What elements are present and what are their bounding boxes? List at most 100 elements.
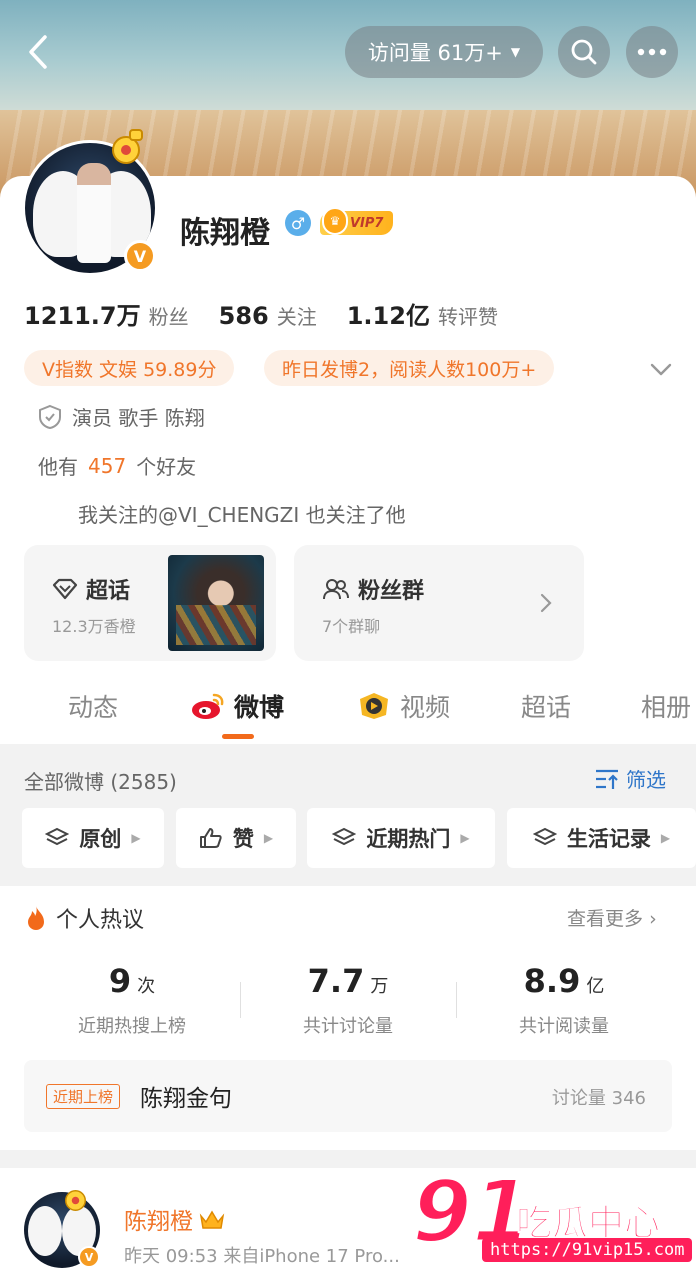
chip-like-label: 赞: [232, 827, 254, 851]
profile-tags: 演员 歌手 陈翔: [72, 406, 205, 430]
tab-chaohua[interactable]: 超话: [521, 688, 571, 724]
chaohua-card[interactable]: 超话 12.3万香橙: [24, 545, 276, 661]
profile-tags-row: 演员 歌手 陈翔: [38, 402, 205, 431]
more-button[interactable]: [626, 26, 678, 78]
vip-badge[interactable]: ♛ VIP7: [320, 207, 394, 235]
hot-stat-unit: 亿: [586, 976, 605, 997]
hot-stat-trending: 9次 近期热搜上榜: [24, 962, 240, 1038]
flame-icon: [28, 906, 44, 930]
tab-dynamic[interactable]: 动态: [68, 688, 118, 724]
recent-posts-pill[interactable]: 昨日发博2，阅读人数100万+: [264, 350, 555, 386]
chip-life-record[interactable]: 生活记录 ▶: [507, 808, 696, 868]
video-play-icon: [360, 693, 388, 719]
chip-like[interactable]: 赞 ▶: [176, 808, 296, 868]
hot-stat-value: 8.9: [523, 962, 581, 1000]
visit-count-pill[interactable]: 访问量 61万+ ▼: [345, 26, 543, 78]
hot-stat-reads: 8.9 亿 共计阅读量: [456, 962, 672, 1038]
fans-group-card[interactable]: 粉丝群 7个群聊: [294, 545, 584, 661]
chip-original-label: 原创: [79, 827, 122, 851]
hot-stat-label: 共计讨论量: [303, 1016, 393, 1037]
back-button[interactable]: [18, 30, 58, 74]
tab-weibo[interactable]: 微博: [190, 688, 284, 724]
thumbs-up-icon: [199, 828, 222, 848]
chaohua-cover-image: [168, 555, 264, 651]
search-button[interactable]: [558, 26, 610, 78]
friends-suffix: 个好友: [136, 455, 197, 479]
rank-tag: 近期上榜: [46, 1084, 121, 1109]
chevron-right-icon: ›: [649, 908, 657, 930]
caret-right-icon: ▶: [263, 831, 274, 845]
weibo-filter-section: 全部微博 (2585) 筛选 原创 ▶ 赞 ▶ 近期热门 ▶ 生活记录 ▶: [0, 744, 696, 886]
rank-title: 陈翔金句: [140, 1086, 232, 1112]
rank-discussion-count: 讨论量 346: [551, 1088, 646, 1109]
all-weibo-count: 全部微博 (2585): [24, 770, 177, 794]
tab-album[interactable]: 相册: [641, 688, 691, 724]
caret-right-icon: ▶: [660, 831, 671, 845]
tab-dynamic-label: 动态: [68, 693, 119, 722]
chevron-right-icon: [540, 593, 552, 613]
avatar-figure: [77, 163, 111, 263]
chip-recent-hot[interactable]: 近期热门 ▶: [307, 808, 495, 868]
caret-down-icon: ▼: [510, 45, 521, 59]
followers-label[interactable]: 粉丝: [149, 301, 189, 330]
layers-icon: [332, 827, 357, 846]
hot-stat-unit: 次: [137, 976, 156, 997]
avatar-decoration-icon: [112, 129, 143, 164]
following-count[interactable]: 586: [219, 302, 269, 330]
profile-name: 陈翔橙: [180, 216, 270, 251]
site-watermark: 91 吃瓜中心 https://91vip15.com: [411, 1161, 696, 1280]
followers-count[interactable]: 1211.7万: [24, 296, 141, 331]
chevron-left-icon: [29, 35, 47, 69]
watermark-url: https://91vip15.com: [482, 1238, 693, 1262]
visit-count-label: 访问量 61万+: [367, 41, 503, 65]
caret-right-icon: ▶: [460, 831, 470, 845]
chip-life-record-label: 生活记录: [566, 827, 651, 851]
hot-stat-value: 9: [108, 962, 132, 1000]
chaohua-title-row: 超话: [52, 573, 130, 605]
diamond-icon: [52, 578, 78, 600]
friends-prefix: 他有: [38, 455, 78, 479]
tab-album-label: 相册: [641, 693, 692, 722]
hot-stat-value: 7.7: [307, 962, 365, 1000]
mutual-follow-row[interactable]: 我关注的@VI_CHENGZI 也关注了他: [78, 499, 406, 528]
male-gender-icon: ♂: [285, 210, 311, 236]
friends-row[interactable]: 他有 457 个好友: [38, 451, 196, 480]
tab-chaohua-label: 超话: [521, 693, 572, 722]
fans-group-title: 粉丝群: [358, 579, 425, 604]
personal-hot-card: 个人热议 查看更多 › 9次 近期热搜上榜 7.7 万 共计讨论量 8.9 亿 共计…: [0, 886, 696, 1150]
hot-stat-discussion: 7.7 万 共计讨论量: [240, 962, 456, 1038]
more-dots-icon: [637, 48, 667, 56]
mutual-follow-text: 我关注的@VI_CHENGZI 也关注了他: [78, 503, 406, 527]
post-author-row[interactable]: 陈翔橙: [124, 1202, 225, 1236]
active-tab-indicator: [222, 734, 254, 739]
chip-recent-hot-label: 近期热门: [366, 827, 451, 851]
shield-icon: [39, 404, 61, 429]
see-more-link[interactable]: 查看更多 ›: [567, 904, 657, 931]
chevron-down-icon[interactable]: [648, 356, 674, 382]
tab-video[interactable]: 视频: [356, 688, 450, 724]
following-label[interactable]: 关注: [277, 301, 317, 330]
post-author-name: 陈翔橙: [124, 1209, 193, 1235]
post-meta: 昨天 09:53 来自iPhone 17 Pro...: [124, 1246, 400, 1267]
v-index-pill[interactable]: V指数 文娱 59.89分: [24, 350, 235, 386]
hot-stat-label: 共计阅读量: [519, 1016, 609, 1037]
chip-original[interactable]: 原创 ▶: [22, 808, 164, 868]
chaohua-sub: 12.3万香橙: [52, 617, 136, 636]
filter-button[interactable]: 筛选: [594, 764, 666, 793]
tab-video-label: 视频: [400, 693, 451, 722]
fans-group-title-row: 粉丝群: [322, 573, 424, 605]
filter-label: 筛选: [626, 768, 666, 792]
crown-icon: [199, 1210, 225, 1229]
filter-icon: [596, 769, 618, 789]
search-icon: [571, 39, 597, 65]
tab-weibo-label: 微博: [234, 693, 285, 722]
hot-title: 个人热议: [56, 908, 145, 933]
post-verified-badge-icon: V: [78, 1246, 100, 1268]
likes-label: 转评赞: [437, 305, 498, 329]
see-more-label: 查看更多: [567, 908, 644, 930]
friends-count: 457: [88, 453, 127, 478]
chaohua-title: 超话: [86, 579, 131, 604]
avatar-decoration-icon: [65, 1190, 86, 1211]
recent-rank-row[interactable]: 近期上榜 陈翔金句 讨论量 346: [24, 1060, 672, 1132]
weibo-logo-icon: [192, 693, 224, 719]
